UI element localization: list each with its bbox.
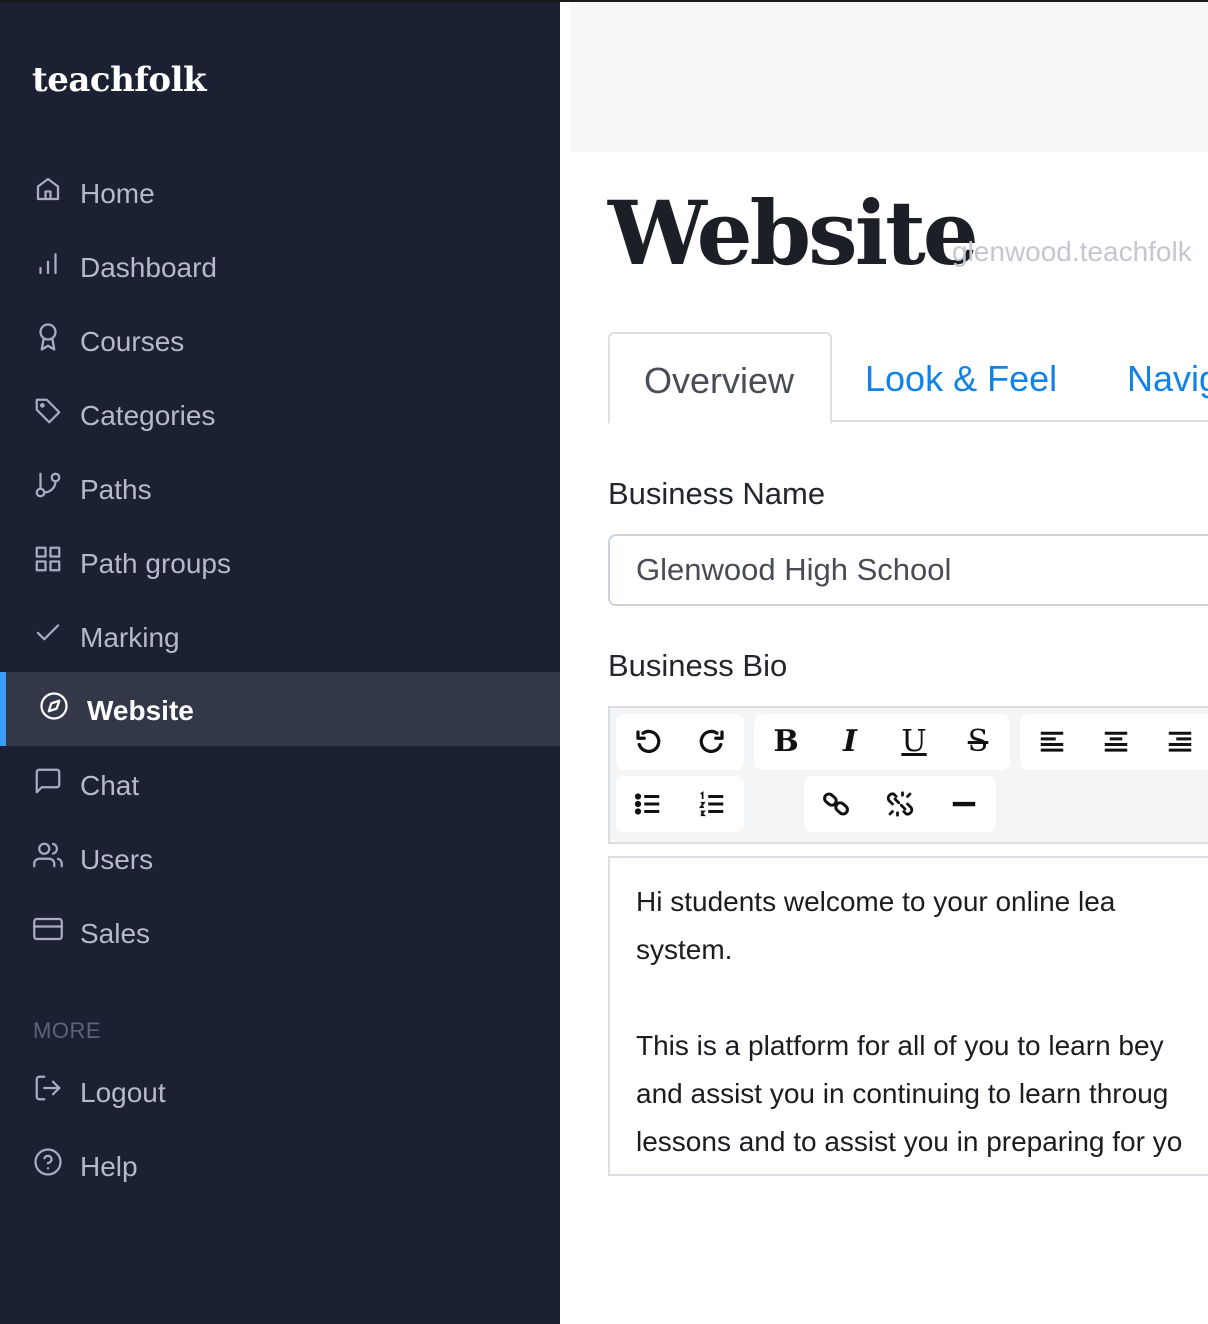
sidebar-item-label: Help	[80, 1151, 138, 1182]
sidebar-item-label: Chat	[80, 770, 140, 801]
list-group	[616, 776, 744, 832]
sidebar-item-help[interactable]: Help	[0, 1128, 560, 1202]
credit-card-icon	[32, 913, 64, 945]
sidebar-item-label: Path groups	[80, 548, 231, 579]
sidebar-item-paths[interactable]: Paths	[0, 451, 560, 525]
align-center-icon	[1104, 731, 1128, 752]
sidebar-item-label: Courses	[80, 326, 185, 357]
sidebar-item-label: Website	[87, 695, 194, 726]
numbered-list-icon	[699, 791, 724, 817]
link-button[interactable]	[804, 776, 868, 832]
strikethrough-button[interactable]: S	[946, 714, 1010, 770]
sidebar-item-website[interactable]: Website	[0, 672, 560, 746]
business-bio-editor[interactable]: Hi students welcome to your online lea s…	[608, 856, 1208, 1176]
git-branch-icon	[32, 469, 64, 501]
tab-look-and-feel[interactable]: Look & Feel	[865, 358, 1057, 400]
tab-label: Overview	[644, 360, 795, 401]
sidebar-item-users[interactable]: Users	[0, 821, 560, 895]
redo-icon	[699, 729, 724, 754]
editor-toolbar: B I U S	[608, 706, 1208, 844]
bold-icon: B	[773, 724, 799, 759]
top-bar	[570, 2, 1208, 152]
page-title: Website	[608, 181, 979, 285]
editor-line: This is a platform for all of you to lea…	[636, 1030, 1164, 1061]
sidebar-item-sales[interactable]: Sales	[0, 895, 560, 969]
unlink-icon	[886, 791, 914, 817]
business-name-label: Business Name	[608, 476, 826, 511]
sidebar-item-label: Logout	[80, 1077, 166, 1108]
editor-line: and assist you in continuing to learn th…	[636, 1078, 1169, 1109]
sidebar-item-label: Marking	[80, 622, 180, 653]
bullet-list-button[interactable]	[616, 776, 680, 832]
undo-button[interactable]	[616, 714, 680, 770]
message-square-icon	[32, 765, 64, 797]
sidebar-item-marking[interactable]: Marking	[0, 599, 560, 673]
bullet-list-icon	[634, 793, 660, 815]
sidebar-item-label: Paths	[80, 474, 152, 505]
business-bio-label: Business Bio	[608, 648, 788, 683]
sidebar-item-categories[interactable]: Categories	[0, 377, 560, 451]
sidebar-item-logout[interactable]: Logout	[0, 1054, 560, 1128]
sidebar: teachfolk Home Dashboard Courses Categor…	[0, 0, 560, 1324]
compass-icon	[38, 690, 70, 722]
insert-group	[804, 776, 996, 832]
sidebar-item-label: Home	[80, 178, 155, 209]
align-left-button[interactable]	[1020, 714, 1084, 770]
history-group	[616, 714, 744, 770]
strikethrough-icon: S	[967, 724, 989, 759]
align-right-button[interactable]	[1148, 714, 1208, 770]
link-icon	[823, 792, 849, 816]
bold-button[interactable]: B	[754, 714, 818, 770]
redo-button[interactable]	[680, 714, 744, 770]
bar-chart-icon	[32, 247, 64, 279]
editor-line: lessons and to assist you in preparing f…	[636, 1126, 1183, 1157]
italic-button[interactable]: I	[818, 714, 882, 770]
home-icon	[32, 173, 64, 205]
users-icon	[32, 839, 64, 871]
sidebar-item-chat[interactable]: Chat	[0, 747, 560, 821]
numbered-list-button[interactable]	[680, 776, 744, 832]
sidebar-item-path-groups[interactable]: Path groups	[0, 525, 560, 599]
tab-overview[interactable]: Overview	[608, 332, 832, 424]
help-circle-icon	[32, 1146, 64, 1178]
app-logo[interactable]: teachfolk	[32, 60, 207, 100]
check-icon	[32, 617, 64, 649]
sidebar-item-label: Categories	[80, 400, 216, 431]
align-right-icon	[1168, 731, 1192, 752]
sidebar-item-label: Users	[80, 844, 154, 875]
window-top-border	[0, 0, 1208, 2]
align-left-icon	[1040, 731, 1064, 752]
business-name-input[interactable]	[608, 534, 1208, 606]
editor-line: system.	[636, 934, 733, 965]
underline-icon: U	[901, 724, 927, 759]
log-out-icon	[32, 1072, 64, 1104]
sidebar-item-label: Dashboard	[80, 252, 217, 283]
horizontal-rule-button[interactable]	[932, 776, 996, 832]
grid-icon	[32, 543, 64, 575]
editor-line: Hi students welcome to your online lea	[636, 886, 1116, 917]
tag-icon	[32, 395, 64, 427]
align-group	[1020, 714, 1208, 770]
sidebar-item-courses[interactable]: Courses	[0, 303, 560, 377]
sidebar-item-label: Sales	[80, 918, 151, 949]
italic-icon: I	[842, 724, 858, 759]
award-icon	[32, 321, 64, 353]
unlink-button[interactable]	[868, 776, 932, 832]
active-indicator	[0, 672, 6, 746]
horizontal-rule-icon	[952, 801, 976, 807]
sidebar-item-home[interactable]: Home	[0, 155, 560, 229]
tab-navigation[interactable]: Navig	[1127, 358, 1208, 400]
align-center-button[interactable]	[1084, 714, 1148, 770]
underline-button[interactable]: U	[882, 714, 946, 770]
site-subdomain-link[interactable]: glenwood.teachfolk	[952, 236, 1192, 268]
undo-icon	[636, 729, 661, 754]
sidebar-item-dashboard[interactable]: Dashboard	[0, 229, 560, 303]
more-section-heading: MORE	[33, 1018, 101, 1043]
format-group: B I U S	[754, 714, 1010, 770]
